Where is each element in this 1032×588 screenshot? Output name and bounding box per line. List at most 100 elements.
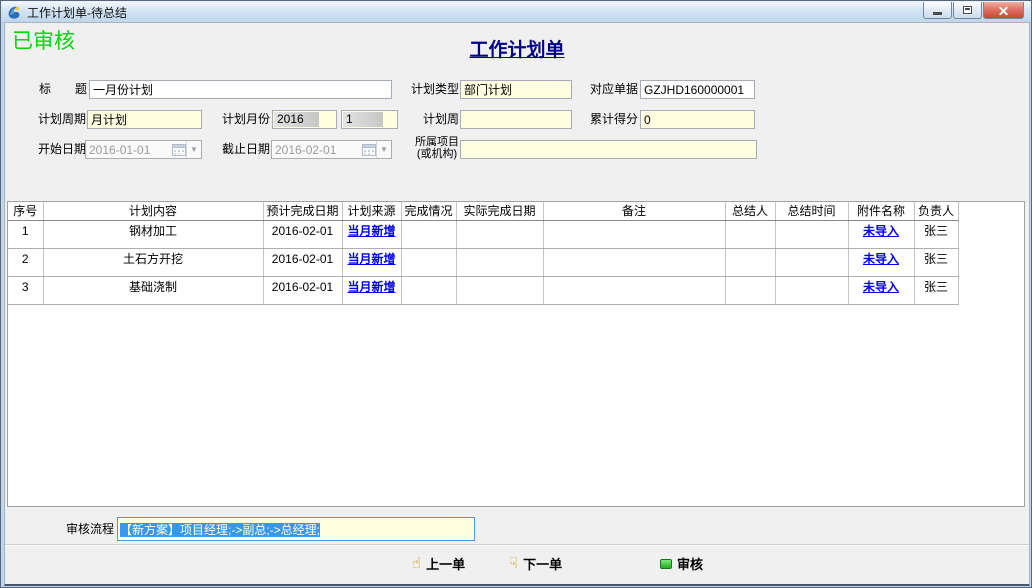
hand-up-icon: ☝ <box>412 556 421 571</box>
col-header-note: 备注 <box>543 202 725 220</box>
next-record-label: 下一单 <box>523 554 562 573</box>
close-icon <box>998 5 1009 16</box>
title-label: 标 题 <box>32 80 87 99</box>
cell-status <box>401 276 456 304</box>
cell-content: 钢材加工 <box>43 220 263 248</box>
close-button[interactable] <box>983 2 1024 19</box>
col-header-summarizer: 总结人 <box>725 202 775 220</box>
plan-cycle-label: 计划周期 <box>29 110 86 129</box>
end-date-label: 截止日期 <box>214 140 270 159</box>
cell-note <box>543 248 725 276</box>
cell-status <box>401 248 456 276</box>
cell-due-date: 2016-02-01 <box>263 248 342 276</box>
source-link[interactable]: 当月新增 <box>347 224 395 238</box>
window-controls <box>922 2 1024 19</box>
start-date-dropdown-icon[interactable]: ▼ <box>186 141 201 158</box>
footer-divider <box>5 544 1029 546</box>
end-date-value: 2016-02-01 <box>275 143 362 157</box>
cell-summarizer <box>725 220 775 248</box>
cell-source: 当月新增 <box>342 276 401 304</box>
previous-record-label: 上一单 <box>426 554 465 573</box>
project-input[interactable] <box>460 140 757 159</box>
score-input[interactable] <box>640 110 755 129</box>
cell-no: 3 <box>8 276 43 304</box>
table-row: 1 钢材加工 2016-02-01 当月新增 未导入 张三 <box>8 220 958 248</box>
source-link[interactable]: 当月新增 <box>347 252 395 266</box>
doc-no-label: 对应单据 <box>581 80 638 99</box>
attachment-link[interactable]: 未导入 <box>863 252 899 266</box>
cell-no: 2 <box>8 248 43 276</box>
cell-content: 基础浇制 <box>43 276 263 304</box>
cell-actual-date <box>456 220 543 248</box>
maximize-button[interactable] <box>953 2 982 19</box>
hand-down-icon: ☟ <box>509 556 518 571</box>
window-title: 工作计划单-待总结 <box>27 4 127 21</box>
titlebar[interactable]: 工作计划单-待总结 <box>1 1 1031 22</box>
start-date-picker[interactable]: 2016-01-01 ▼ <box>85 140 202 159</box>
cell-actual-date <box>456 276 543 304</box>
col-header-status: 完成情况 <box>401 202 456 220</box>
cell-summarizer <box>725 248 775 276</box>
plan-month-label: 计划月份 <box>214 110 270 129</box>
attachment-link[interactable]: 未导入 <box>863 224 899 238</box>
cell-attachment: 未导入 <box>848 248 914 276</box>
col-header-attachment: 附件名称 <box>848 202 914 220</box>
cell-owner: 张三 <box>914 276 958 304</box>
cell-source: 当月新增 <box>342 248 401 276</box>
cell-owner: 张三 <box>914 220 958 248</box>
cell-content: 土石方开挖 <box>43 248 263 276</box>
cell-due-date: 2016-02-01 <box>263 276 342 304</box>
source-link[interactable]: 当月新增 <box>347 280 395 294</box>
previous-record-button[interactable]: ☝ 上一单 <box>409 553 468 574</box>
plan-week-input[interactable] <box>460 110 572 129</box>
project-label: 所属项目 (或机构) <box>412 136 462 160</box>
cell-summary-time <box>775 248 848 276</box>
app-logo-icon <box>6 4 22 20</box>
cell-summary-time <box>775 276 848 304</box>
cell-attachment: 未导入 <box>848 276 914 304</box>
plan-cycle-input[interactable] <box>87 110 202 129</box>
cell-owner: 张三 <box>914 248 958 276</box>
col-header-no: 序号 <box>8 202 43 220</box>
calendar-icon <box>172 143 186 156</box>
plan-year-value: 2016 <box>274 112 319 127</box>
end-date-picker[interactable]: 2016-02-01 ▼ <box>271 140 392 159</box>
doc-no-input[interactable] <box>640 80 755 99</box>
cell-note <box>543 220 725 248</box>
plan-year-spinner[interactable]: 2016 <box>272 110 337 129</box>
audit-flow-label: 审核流程 <box>57 520 114 539</box>
calendar-icon <box>362 143 376 156</box>
table-row: 3 基础浇制 2016-02-01 当月新增 未导入 张三 <box>8 276 958 304</box>
end-date-dropdown-icon[interactable]: ▼ <box>376 141 391 158</box>
cell-status <box>401 220 456 248</box>
cell-summary-time <box>775 220 848 248</box>
page-title: 工作计划单 <box>5 35 1029 62</box>
plan-type-label: 计划类型 <box>402 80 459 99</box>
audit-green-icon <box>660 559 672 569</box>
plan-items-grid: 序号 计划内容 预计完成日期 计划来源 完成情况 实际完成日期 备注 总结人 总… <box>7 201 1025 507</box>
col-header-owner: 负责人 <box>914 202 958 220</box>
cell-note <box>543 276 725 304</box>
app-window: 工作计划单-待总结 已审核 工作计划单 标 题 计划类型 对应单据 计划周期 计… <box>0 0 1032 588</box>
maximize-icon <box>963 6 972 14</box>
cell-actual-date <box>456 248 543 276</box>
audit-flow-selected-text: 【新方案】项目经理;->副总;->总经理; <box>120 523 320 537</box>
plan-type-input[interactable] <box>460 80 572 99</box>
plan-week-label: 计划周 <box>405 110 459 129</box>
audit-button[interactable]: 审核 <box>657 553 706 574</box>
plan-items-table: 序号 计划内容 预计完成日期 计划来源 完成情况 实际完成日期 备注 总结人 总… <box>8 202 959 305</box>
cell-source: 当月新增 <box>342 220 401 248</box>
content-area: 已审核 工作计划单 标 题 计划类型 对应单据 计划周期 计划月份 2016 1… <box>4 22 1030 586</box>
title-input[interactable] <box>89 80 392 99</box>
score-label: 累计得分 <box>581 110 638 129</box>
next-record-button[interactable]: ☟ 下一单 <box>506 553 565 574</box>
attachment-link[interactable]: 未导入 <box>863 280 899 294</box>
table-header-row: 序号 计划内容 预计完成日期 计划来源 完成情况 实际完成日期 备注 总结人 总… <box>8 202 958 220</box>
plan-month-spinner[interactable]: 1 <box>341 110 398 129</box>
cell-summarizer <box>725 276 775 304</box>
audit-flow-input[interactable]: 【新方案】项目经理;->副总;->总经理; <box>117 517 475 541</box>
col-header-content: 计划内容 <box>43 202 263 220</box>
col-header-due-date: 预计完成日期 <box>263 202 342 220</box>
minimize-icon <box>933 12 942 15</box>
minimize-button[interactable] <box>923 2 952 19</box>
